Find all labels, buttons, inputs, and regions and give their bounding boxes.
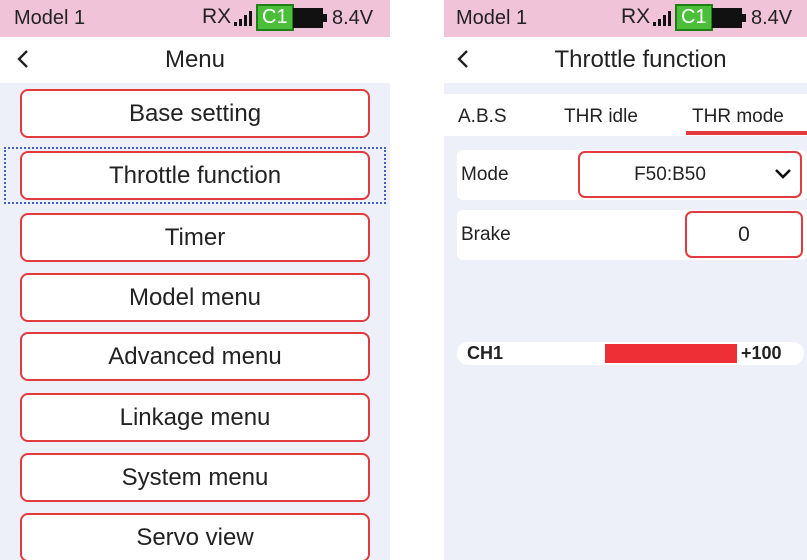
brake-row: Brake 0 [457,210,807,260]
back-arrow-icon [457,50,468,68]
channel-badge: C1 [256,4,294,31]
rx-label: RX [621,5,651,28]
menu-item-system-menu[interactable]: System menu [20,453,370,502]
signal-icon [234,10,256,26]
menu-item-linkage-menu[interactable]: Linkage menu [20,393,370,442]
menu-screen: Model 1 RX C1 8.4V Menu Base setting Thr… [0,0,390,560]
model-name: Model 1 [14,7,86,29]
brake-label: Brake [461,224,511,245]
mode-value: F50:B50 [634,164,706,185]
battery-icon [293,8,327,28]
tab-thr-idle[interactable]: THR idle [564,106,638,128]
rx-label: RX [202,5,232,28]
channel-level-bar [605,344,737,363]
signal-icon [653,10,675,26]
menu-item-throttle-function[interactable]: Throttle function [20,151,370,200]
chevron-down-icon [775,169,791,179]
battery-icon [712,8,746,28]
voltage-readout: 8.4V [332,7,374,29]
title-bar: Throttle function [444,37,807,83]
throttle-function-screen: Model 1 RX C1 8.4V Throttle function A.B… [444,0,807,560]
voltage-readout: 8.4V [751,7,793,29]
menu-item-model-menu[interactable]: Model menu [20,273,370,322]
menu-item-servo-view[interactable]: Servo view [20,513,370,560]
channel-badge: C1 [675,4,713,31]
channel-value: +100 [741,343,782,363]
tab-abs[interactable]: A.B.S [458,106,507,128]
channel-monitor-ch1: CH1 +100 [457,342,804,365]
tab-bar: A.B.S THR idle THR mode [444,94,807,136]
menu-item-timer[interactable]: Timer [20,213,370,262]
mode-label: Mode [461,164,509,185]
status-bar: Model 1 RX C1 8.4V [444,0,807,37]
status-bar: Model 1 RX C1 8.4V [0,0,390,37]
mode-select[interactable]: F50:B50 [578,151,802,198]
page-title: Throttle function [554,46,727,73]
tab-thr-mode[interactable]: THR mode [692,106,784,128]
model-name: Model 1 [456,7,528,29]
menu-item-advanced-menu[interactable]: Advanced menu [20,332,370,381]
menu-item-base-setting[interactable]: Base setting [20,89,370,138]
title-bar: Menu [0,37,390,83]
channel-label: CH1 [467,343,504,363]
mode-row: Mode F50:B50 [457,150,807,200]
brake-value-field[interactable]: 0 [685,211,803,258]
active-tab-indicator [686,131,807,135]
page-title: Menu [164,46,226,73]
